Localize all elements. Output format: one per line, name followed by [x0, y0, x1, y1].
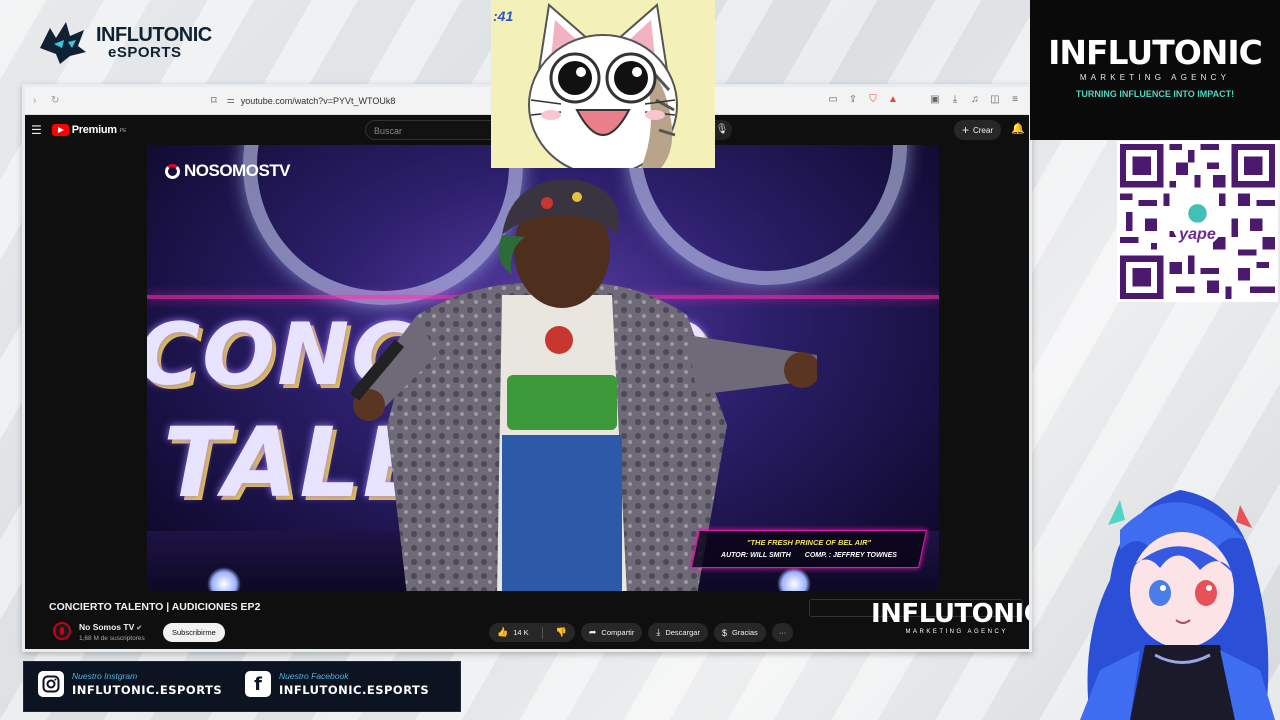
- plus-icon: +: [961, 123, 969, 137]
- timer-text: :41: [493, 8, 514, 24]
- instagram-caption: Nuestro Instgram: [72, 671, 138, 681]
- cartoon-cat-icon: [528, 3, 678, 168]
- sidebar-icon[interactable]: ▣: [929, 94, 941, 105]
- channel-watermark: NOSOMOSTV: [165, 161, 291, 181]
- bookmark-icon[interactable]: ⌑: [211, 94, 217, 107]
- agency-subtitle: MARKETING AGENCY: [1079, 73, 1231, 82]
- yape-qr-code: yape: [1117, 141, 1278, 302]
- more-icon: ···: [778, 628, 787, 637]
- video-actions: 👍 14 K 👎 ➦ Compartir ⤓ Descargar $ Graci…: [489, 623, 794, 642]
- channel-watermark-text: NOSOMOSTV: [184, 161, 291, 180]
- thanks-label: Gracias: [731, 628, 758, 637]
- download-icon[interactable]: ⤓: [949, 94, 961, 105]
- forward-icon[interactable]: ›: [33, 95, 43, 106]
- share-arrow-icon: ➦: [588, 627, 597, 637]
- agency-name: INFLUTONIC: [1048, 33, 1263, 72]
- song-composer: COMP. : JEFFREY TOWNES: [804, 552, 897, 559]
- overlay-logo-subtitle: MARKETING AGENCY: [905, 629, 1008, 635]
- scrollbar-thumb[interactable]: [811, 649, 847, 652]
- qr-code-icon: yape: [1120, 144, 1275, 299]
- cast-icon[interactable]: ▭: [827, 94, 839, 105]
- wolf-logo-icon: [40, 22, 86, 64]
- facebook-caption: Nuestro Facebook: [279, 671, 349, 681]
- thanks-button[interactable]: $ Gracias: [713, 623, 766, 642]
- youtube-play-icon: [51, 124, 69, 136]
- youtube-logo-text: Premium: [71, 124, 117, 136]
- influtonic-overlay-logo: INFLUTONIC MARKETING AGENCY: [871, 599, 1032, 635]
- download-arrow-icon: ⤓: [656, 627, 661, 637]
- browser-window: › ↻ ⌑ ⚌ youtube.com/watch?v=PYVt_WTOUk8 …: [22, 84, 1032, 652]
- social-banner: Nuestro Instgram INFLUTONIC.ESPORTS f Nu…: [23, 661, 461, 712]
- brave-rewards-icon[interactable]: ▲: [887, 94, 899, 105]
- region-code: PE: [119, 128, 127, 134]
- browser-tools: ▭ ⇪ ⛉ ▲ ▣ ⤓ ♫ ◫ ≡: [827, 94, 1021, 105]
- facebook-handle: INFLUTONIC.ESPORTS: [279, 683, 430, 697]
- share-icon[interactable]: ⇪: [847, 94, 859, 105]
- microphone-icon[interactable]: 🎙: [712, 120, 732, 140]
- song-title: "THE FRESH PRINCE OF BEL AIR": [746, 538, 872, 547]
- facebook-link[interactable]: f Nuestro Facebook INFLUTONIC.ESPORTS: [245, 671, 429, 697]
- split-view-icon[interactable]: ◫: [989, 94, 1001, 105]
- vtuber-avatar: [1080, 490, 1275, 720]
- more-actions-button[interactable]: ···: [771, 623, 794, 642]
- brave-shield-icon[interactable]: ⛉: [867, 94, 879, 105]
- thumbs-down-icon: 👎: [555, 627, 567, 637]
- thumbs-up-icon: 👍: [497, 627, 509, 637]
- performer-figure: [349, 179, 817, 591]
- reload-icon[interactable]: ↻: [51, 95, 61, 106]
- menu-icon[interactable]: ≡: [1009, 94, 1021, 105]
- video-title: CONCIERTO TALENTO | AUDICIONES EP2: [49, 601, 261, 613]
- instagram-icon: [38, 671, 64, 697]
- instagram-handle: INFLUTONIC.ESPORTS: [72, 683, 223, 697]
- like-count: 14 K: [513, 628, 529, 637]
- yape-label: yape: [1178, 225, 1216, 243]
- share-label: Compartir: [601, 628, 635, 637]
- channel-name[interactable]: No Somos TV: [79, 622, 134, 632]
- facebook-icon: f: [245, 671, 271, 697]
- super-thanks-icon: $: [721, 627, 727, 638]
- no-somos-tv-logo-icon: [165, 163, 180, 179]
- hamburger-menu-icon[interactable]: ☰: [31, 123, 42, 137]
- share-button[interactable]: ➦ Compartir: [580, 623, 643, 642]
- brand-name: INFLUTONIC: [96, 23, 212, 46]
- channel-name-row[interactable]: No Somos TV ✔: [79, 622, 142, 632]
- agency-tagline: TURNING INFLUENCE INTO IMPACT!: [1075, 89, 1235, 99]
- media-icon[interactable]: ♫: [969, 94, 981, 105]
- dislike-button[interactable]: 👎: [548, 623, 575, 642]
- cat-sticker: :41: [491, 0, 715, 168]
- channel-avatar[interactable]: [53, 622, 71, 640]
- create-button[interactable]: + Crear: [953, 120, 1001, 140]
- subscribe-button[interactable]: Subscribirme: [163, 623, 225, 642]
- address-input[interactable]: youtube.com/watch?v=PYVt_WTOUk8: [241, 96, 396, 106]
- instagram-link[interactable]: Nuestro Instgram INFLUTONIC.ESPORTS: [38, 671, 222, 697]
- agency-banner: INFLUTONIC MARKETING AGENCY TURNING INFL…: [1030, 0, 1280, 140]
- song-lower-third: "THE FRESH PRINCE OF BEL AIR" AUTOR: WIL…: [690, 530, 928, 568]
- song-author: AUTOR: WILL SMITH: [721, 552, 791, 559]
- youtube-premium-logo[interactable]: Premium PE: [51, 124, 127, 136]
- brand-subtitle: eSPORTS: [108, 43, 182, 61]
- notifications-bell-icon[interactable]: 🔔: [1011, 122, 1025, 135]
- site-info-icon[interactable]: ⚌: [227, 95, 235, 106]
- verified-icon: ✔: [136, 625, 143, 632]
- download-button[interactable]: ⤓ Descargar: [648, 623, 708, 642]
- divider: [541, 626, 543, 639]
- download-label: Descargar: [665, 628, 700, 637]
- like-button[interactable]: 👍 14 K: [489, 623, 537, 642]
- create-label: Crear: [972, 125, 993, 135]
- like-dislike-group: 👍 14 K 👎: [489, 623, 575, 642]
- influtonic-esports-logo: INFLUTONIC eSPORTS: [36, 18, 212, 66]
- video-player[interactable]: CONCIERTO TALENTO: [147, 145, 939, 591]
- overlay-logo-text: INFLUTONIC: [871, 599, 1032, 629]
- subscriber-count: 1,68 M de suscriptores: [79, 635, 145, 642]
